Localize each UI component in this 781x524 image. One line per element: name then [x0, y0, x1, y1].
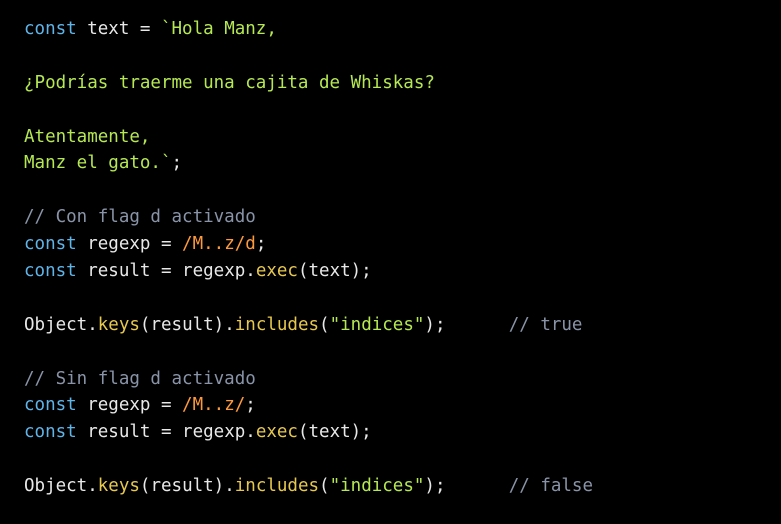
code-token-str: Atentamente,: [24, 126, 151, 147]
code-line: ​: [24, 177, 781, 204]
code-token-kw: const: [24, 395, 77, 416]
code-line: // Con flag d activado: [24, 204, 781, 231]
code-token-kw: const: [24, 19, 77, 39]
code-token-id: (: [319, 314, 330, 335]
code-token-id: ;: [245, 395, 256, 416]
code-line: ​: [24, 285, 781, 312]
code-line: Manz el gato.`;: [24, 150, 781, 177]
code-token-str: Manz el gato.`: [24, 153, 172, 174]
code-line: ¿Podrías traerme una cajita de Whiskas?: [24, 70, 781, 97]
code-token-id: );: [424, 314, 509, 335]
code-line: Object.keys(result).includes("indices");…: [24, 473, 781, 500]
code-token-cm: // true: [508, 314, 583, 335]
code-line: const text = `Hola Manz,: [24, 16, 781, 43]
code-token-kw: const: [24, 234, 77, 255]
code-token-id: (text);: [297, 422, 372, 443]
code-token-id: result = regexp.: [76, 261, 256, 282]
code-token-str: "indices": [329, 314, 425, 335]
code-token-fn: keys: [97, 314, 140, 335]
code-line: const regexp = /M..z/;: [24, 392, 781, 419]
code-token-id: regexp =: [76, 395, 183, 416]
code-token-str: "indices": [329, 476, 425, 497]
code-token-cm: // Sin flag d activado: [24, 368, 256, 389]
code-token-id: Object.: [24, 314, 98, 335]
code-token-cm: // false: [508, 476, 594, 497]
code-token-id: (result).: [139, 314, 235, 335]
code-token-id: Object.: [24, 476, 98, 497]
code-token-cm: // Con flag d activado: [24, 207, 256, 228]
code-line: ​: [24, 339, 781, 366]
code-line: ​: [24, 446, 781, 473]
code-token-kw: const: [24, 422, 77, 443]
code-token-str: `Hola Manz,: [160, 19, 277, 39]
code-token-id: ;: [255, 234, 267, 255]
code-token-str: ¿Podrías traerme una cajita de Whiskas?: [24, 72, 435, 93]
code-token-re: /M..z/d: [182, 234, 256, 255]
code-editor: const text = `Hola Manz,​¿Podrías traerm…: [0, 0, 781, 524]
code-token-id: (text);: [297, 261, 372, 282]
code-token-id: ;: [171, 153, 183, 174]
code-line: const regexp = /M..z/d;: [24, 231, 781, 258]
code-token-id: (result).: [139, 476, 235, 497]
code-token-id: regexp =: [76, 234, 183, 255]
code-line: Object.keys(result).includes("indices");…: [24, 312, 781, 339]
code-line: ​: [24, 97, 781, 124]
code-token-id: text =: [76, 19, 161, 39]
code-token-fn: keys: [97, 476, 140, 497]
code-token-id: );: [424, 476, 509, 497]
code-token-id: result = regexp.: [76, 422, 256, 443]
code-token-kw: const: [24, 261, 77, 282]
code-line: Atentamente,: [24, 124, 781, 151]
code-token-fn: exec: [255, 422, 298, 443]
code-token-fn: exec: [255, 261, 298, 282]
code-token-fn: includes: [234, 314, 320, 335]
code-line: // Sin flag d activado: [24, 366, 781, 393]
code-token-re: /M..z/: [182, 395, 246, 416]
code-token-id: (: [319, 476, 330, 497]
code-line: const result = regexp.exec(text);: [24, 258, 781, 285]
code-token-fn: includes: [234, 476, 320, 497]
code-line: const result = regexp.exec(text);: [24, 419, 781, 446]
code-line: ​: [24, 43, 781, 70]
